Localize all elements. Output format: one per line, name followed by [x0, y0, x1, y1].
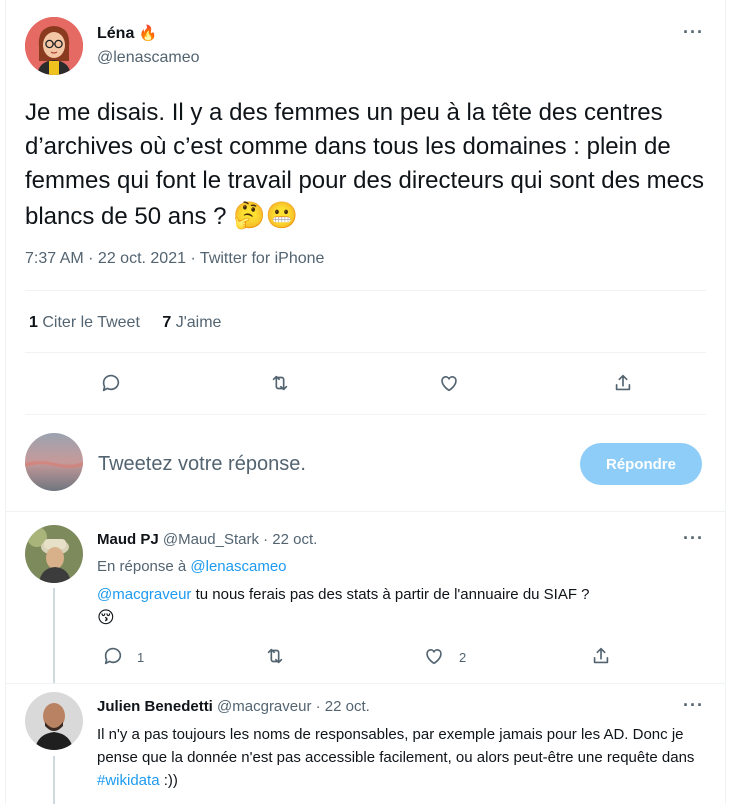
reply-author-handle[interactable]: @Maud_Stark — [163, 531, 259, 548]
divider — [25, 290, 706, 291]
share-icon[interactable] — [610, 370, 636, 396]
in-reply-to-handle[interactable]: @lenascameo — [190, 558, 286, 575]
more-options-icon[interactable]: ··· — [683, 695, 704, 716]
maud-avatar-image — [25, 525, 83, 583]
reply-avatar[interactable] — [25, 525, 83, 583]
like-icon[interactable] — [421, 643, 447, 669]
reply-header: Julien Benedetti @macgraveur · 22 oct. — [97, 698, 370, 715]
author-name[interactable]: Léna 🔥 — [97, 24, 157, 43]
reply-date[interactable]: · 22 oct. — [316, 698, 370, 715]
thread-line — [53, 756, 55, 804]
reply-button[interactable]: Répondre — [580, 443, 702, 485]
more-options-icon[interactable]: ··· — [683, 22, 704, 43]
reply-input[interactable]: Tweetez votre réponse. — [98, 453, 306, 476]
likes-stat[interactable]: 7 J'aime — [162, 314, 221, 331]
sunset-avatar-image — [25, 433, 83, 491]
share-icon[interactable] — [588, 643, 614, 669]
reply-icon[interactable] — [100, 643, 126, 669]
tweet-text: Je me disais. Il y a des femmes un peu à… — [25, 99, 704, 230]
tweet-emojis: 🤔😬 — [233, 200, 298, 230]
page: Léna 🔥 @lenascameo ··· Je me disais. Il … — [0, 0, 741, 804]
reply-author-name[interactable]: Maud PJ — [97, 531, 159, 548]
tweet-stats: 1 Citer le Tweet 7 J'aime — [29, 314, 239, 332]
reply-icon[interactable] — [98, 370, 124, 396]
current-user-avatar[interactable] — [25, 433, 83, 491]
kiss-emoji: 😚 — [97, 608, 115, 627]
tweet-meta[interactable]: 7:37 AM · 22 oct. 2021 · Twitter for iPh… — [25, 250, 324, 268]
reply-composer: Tweetez votre réponse. Répondre — [6, 423, 725, 503]
like-icon[interactable] — [436, 370, 462, 396]
more-options-icon[interactable]: ··· — [683, 528, 704, 549]
author-handle[interactable]: @lenascameo — [97, 49, 200, 67]
thread-line — [53, 588, 55, 684]
reply-author-name[interactable]: Julien Benedetti — [97, 698, 213, 715]
reply-text: Il n'y a pas toujours les noms de respon… — [97, 726, 695, 789]
section-separator — [6, 511, 725, 512]
reply-text: @macgraveur tu nous ferais pas des stats… — [97, 586, 590, 627]
divider — [25, 352, 706, 353]
timeline-column: Léna 🔥 @lenascameo ··· Je me disais. Il … — [5, 0, 726, 804]
fire-icon: 🔥 — [138, 25, 158, 42]
retweet-icon[interactable] — [262, 643, 288, 669]
in-reply-to: En réponse à @lenascameo — [97, 558, 287, 575]
reply-separator — [6, 683, 725, 684]
quote-tweets-stat[interactable]: 1 Citer le Tweet — [29, 314, 144, 331]
divider — [25, 414, 706, 415]
retweet-icon[interactable] — [267, 370, 293, 396]
julien-avatar-image — [25, 692, 83, 750]
avatar-illustration — [25, 17, 83, 75]
mention-link[interactable]: @macgraveur — [97, 586, 191, 603]
reply-author-handle[interactable]: @macgraveur — [217, 698, 311, 715]
reply-date[interactable]: · 22 oct. — [263, 531, 317, 548]
hashtag-link[interactable]: #wikidata — [97, 772, 160, 789]
like-count: 2 — [459, 650, 467, 665]
author-avatar[interactable] — [25, 17, 83, 75]
reply-avatar[interactable] — [25, 692, 83, 750]
reply-count: 1 — [137, 650, 145, 665]
reply-header: Maud PJ @Maud_Stark · 22 oct. — [97, 531, 317, 548]
